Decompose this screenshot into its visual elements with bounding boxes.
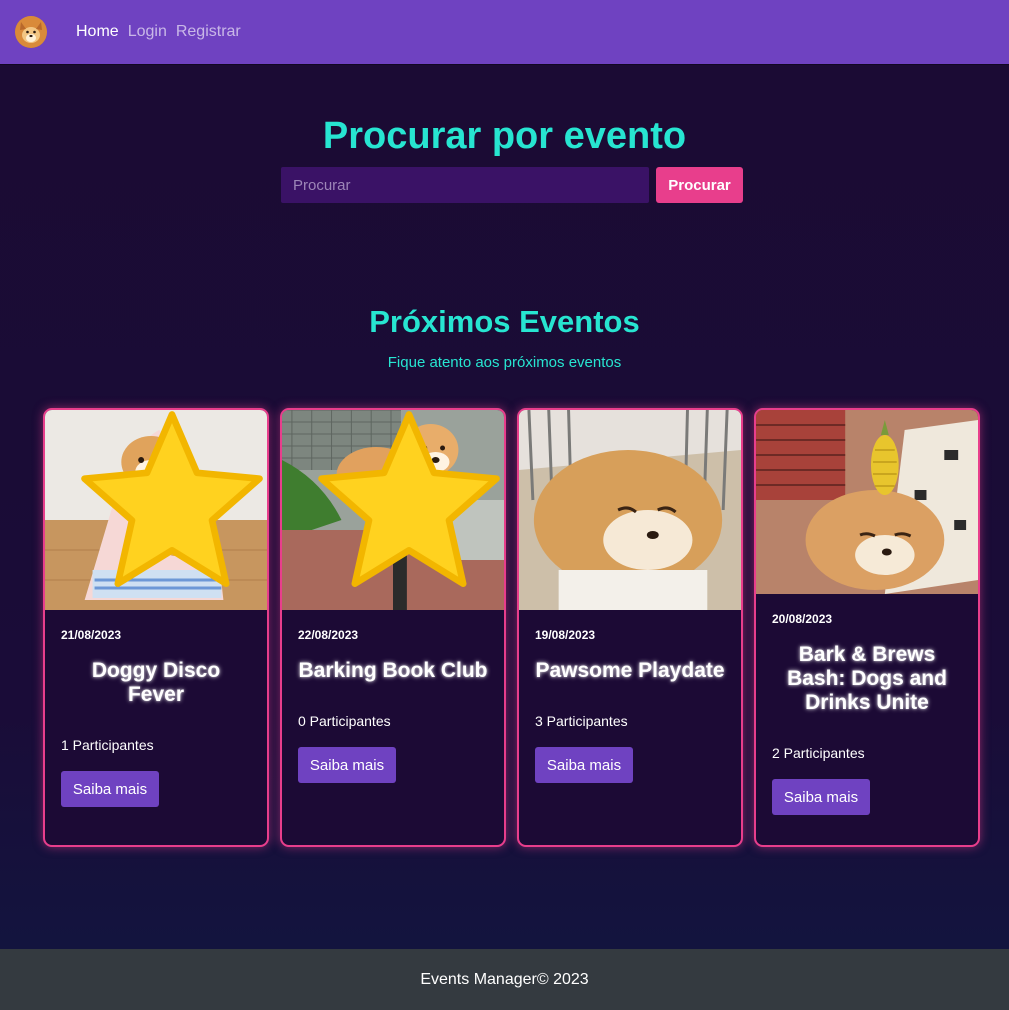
saiba-mais-button[interactable]: Saiba mais [298,747,396,783]
event-card-body: 20/08/2023 Bark & Brews Bash: Dogs and D… [756,612,978,815]
event-card: 19/08/2023 Pawsome Playdate 3 Participan… [517,408,743,847]
event-card: 20/08/2023 Bark & Brews Bash: Dogs and D… [754,408,980,847]
event-title: Bark & Brews Bash: Dogs and Drinks Unite [787,643,947,714]
event-title: Barking Book Club [298,659,488,682]
footer-copyright: Events Manager© 2023 [420,970,589,988]
saiba-mais-button[interactable]: Saiba mais [535,747,633,783]
event-card: 22/08/2023 Barking Book Club 0 Participa… [280,408,506,847]
saiba-mais-button[interactable]: Saiba mais [61,771,159,807]
search-button[interactable]: Procurar [656,167,743,203]
nav-link-login[interactable]: Login [128,22,167,42]
event-date: 19/08/2023 [535,628,596,642]
event-card-body: 19/08/2023 Pawsome Playdate 3 Participan… [519,628,741,783]
event-date: 20/08/2023 [772,612,833,626]
nav-link-home[interactable]: Home [76,22,119,42]
nav-link-registrar[interactable]: Registrar [176,22,241,42]
event-title: Doggy Disco Fever [91,659,221,706]
shiba-in-cart-photo [519,410,741,610]
event-date: 22/08/2023 [298,628,359,642]
nav-links: Home Login Registrar [76,22,250,42]
shiba-dog-logo-icon[interactable] [15,16,47,48]
event-participants: 1 Participantes [61,737,154,753]
event-card: 21/08/2023 Doggy Disco Fever 1 Participa… [43,408,269,847]
search-title: Procurar por evento [322,115,687,157]
upcoming-events-subtitle: Fique atento aos próximos eventos [387,354,622,371]
navbar: Home Login Registrar [0,0,1009,64]
upcoming-events-title: Próximos Eventos [369,304,640,339]
event-participants: 3 Participantes [535,713,628,729]
footer: Events Manager© 2023 [0,949,1009,1010]
star-icon [318,411,500,587]
event-title: Pawsome Playdate [535,659,725,682]
event-participants: 0 Participantes [298,713,391,729]
search-input[interactable] [281,167,649,203]
event-date: 21/08/2023 [61,628,122,642]
event-participants: 2 Participantes [772,745,865,761]
shiba-on-post-photo [282,410,504,610]
event-card-body: 21/08/2023 Doggy Disco Fever 1 Participa… [45,628,267,807]
event-card-body: 22/08/2023 Barking Book Club 0 Participa… [282,628,504,783]
shiba-in-blanket-photo [45,410,267,610]
saiba-mais-button[interactable]: Saiba mais [772,779,870,815]
shiba-with-corn-photo [756,410,978,594]
star-icon [81,411,263,587]
